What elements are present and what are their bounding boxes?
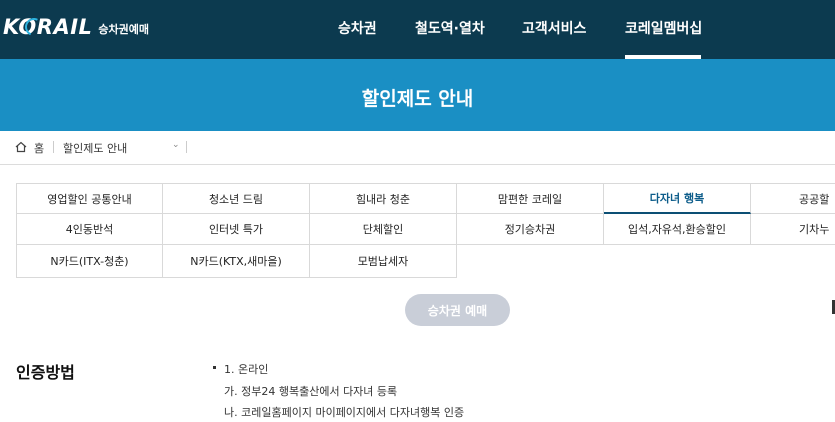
tab-internet-special[interactable]: 인터넷 특가 [163, 214, 310, 245]
tab-commuter-pass[interactable]: 정기승차권 [457, 214, 604, 245]
breadcrumb-divider [53, 141, 54, 153]
tab-n-card-ktx[interactable]: N카드(KTX,새마을) [163, 245, 310, 278]
reserve-ticket-button[interactable]: 승차권 예매 [405, 294, 510, 326]
tab-standing-free-transfer[interactable]: 입석,자유석,환승할인 [604, 214, 751, 245]
content-line: 나. 코레일홈페이지 마이페이지에서 다자녀행복 인증 [224, 406, 465, 419]
bullet-icon [213, 366, 216, 369]
section-title: 인증방법 [16, 363, 75, 382]
nav-item-stations-trains[interactable]: 철도역·열차 [415, 18, 485, 38]
tab-multi-child-happiness[interactable]: 다자녀 행복 [604, 183, 751, 214]
tab-other[interactable]: 기차누 [751, 214, 835, 245]
chevron-down-icon[interactable]: ⌄ [172, 140, 180, 150]
page-title: 할인제도 안내 [361, 88, 474, 110]
korail-logo[interactable]: KORAIL 승차권예매 [3, 14, 149, 40]
logo-subtitle: 승차권예매 [98, 22, 150, 36]
page-banner: 할인제도 안내 [0, 59, 835, 131]
nav-item-customer-service[interactable]: 고객서비스 [522, 18, 586, 38]
tab-comfortable-korail[interactable]: 맘편한 코레일 [457, 183, 604, 214]
tab-group-discount[interactable]: 단체할인 [310, 214, 457, 245]
content-line: 가. 정부24 행복출산에서 다자녀 등록 [224, 385, 398, 398]
tab-youth-dream[interactable]: 청소년 드림 [163, 183, 310, 214]
nav-item-tickets[interactable]: 승차권 [338, 18, 377, 38]
breadcrumb-home[interactable]: 홈 [34, 140, 44, 156]
top-navigation-bar: KORAIL 승차권예매 승차권 철도역·열차 고객서비스 코레일멤버십 [0, 0, 835, 59]
breadcrumb-current[interactable]: 할인제도 안내 [63, 140, 127, 156]
nav-item-membership[interactable]: 코레일멤버십 [625, 18, 702, 38]
tab-four-person-seat[interactable]: 4인동반석 [16, 214, 163, 245]
tab-public-discount[interactable]: 공공할 [751, 183, 835, 214]
breadcrumb-divider [186, 141, 187, 153]
home-icon[interactable] [15, 141, 27, 153]
tab-model-taxpayer[interactable]: 모범납세자 [310, 245, 457, 278]
content-line: 1. 온라인 [224, 363, 269, 376]
tab-cheer-up-youth[interactable]: 힘내라 청춘 [310, 183, 457, 214]
breadcrumb: 홈 할인제도 안내 ⌄ [0, 131, 835, 165]
tab-n-card-itx[interactable]: N카드(ITX-청춘) [16, 245, 163, 278]
tab-common-guide[interactable]: 영업할인 공통안내 [16, 183, 163, 214]
logo-text: KORAIL [3, 15, 93, 39]
